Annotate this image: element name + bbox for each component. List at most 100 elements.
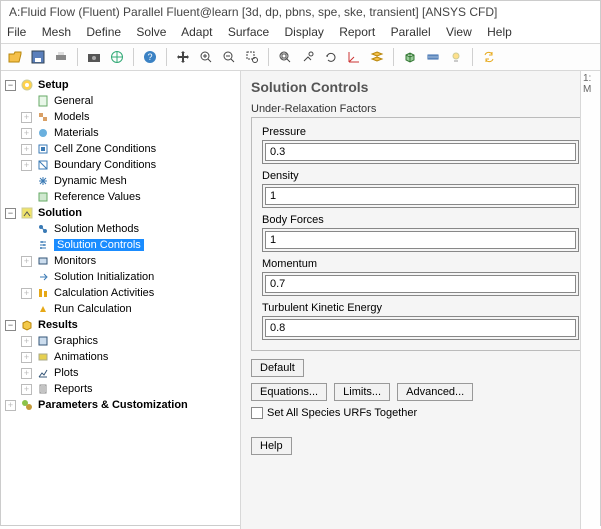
tree-sm[interactable]: Solution Methods bbox=[54, 223, 139, 235]
camera-icon[interactable] bbox=[84, 47, 104, 67]
zoom-out-icon[interactable] bbox=[219, 47, 239, 67]
expand-icon[interactable]: + bbox=[21, 384, 32, 395]
zoom-in-icon[interactable] bbox=[196, 47, 216, 67]
tree-rep[interactable]: Reports bbox=[54, 383, 93, 395]
expand-icon[interactable]: + bbox=[21, 256, 32, 267]
open-icon[interactable] bbox=[5, 47, 25, 67]
separator bbox=[133, 48, 134, 66]
graphics-tab[interactable]: 1: M bbox=[580, 71, 600, 529]
tree-ca[interactable]: Calculation Activities bbox=[54, 287, 154, 299]
sync-icon[interactable] bbox=[479, 47, 499, 67]
menu-file[interactable]: File bbox=[7, 25, 26, 39]
species-urf-checkbox[interactable] bbox=[251, 407, 263, 419]
tree-sc[interactable]: Solution Controls bbox=[54, 239, 144, 251]
expand-icon[interactable]: + bbox=[21, 144, 32, 155]
fit-icon[interactable] bbox=[275, 47, 295, 67]
body-forces-input[interactable]: 1 bbox=[265, 231, 576, 249]
anim-icon bbox=[36, 350, 50, 364]
globe-icon[interactable] bbox=[107, 47, 127, 67]
setup-icon bbox=[20, 78, 34, 92]
menu-solve[interactable]: Solve bbox=[136, 25, 166, 39]
expand-icon[interactable]: + bbox=[21, 352, 32, 363]
tree-general[interactable]: General bbox=[54, 95, 93, 107]
toolbar: ? bbox=[1, 43, 600, 71]
light-icon[interactable] bbox=[446, 47, 466, 67]
print-icon[interactable] bbox=[51, 47, 71, 67]
svg-text:?: ? bbox=[147, 52, 152, 62]
cellzone-icon bbox=[36, 142, 50, 156]
pressure-input[interactable]: 0.3 bbox=[265, 143, 576, 161]
expand-icon[interactable]: + bbox=[21, 336, 32, 347]
tree-rc[interactable]: Run Calculation bbox=[54, 303, 132, 315]
cube-icon[interactable] bbox=[400, 47, 420, 67]
momentum-input[interactable]: 0.7 bbox=[265, 275, 576, 293]
tree-materials[interactable]: Materials bbox=[54, 127, 99, 139]
expand-icon[interactable]: + bbox=[21, 160, 32, 171]
activities-icon bbox=[36, 286, 50, 300]
panel-title: Solution Controls bbox=[251, 79, 590, 95]
help-icon[interactable]: ? bbox=[140, 47, 160, 67]
help-button[interactable]: Help bbox=[251, 437, 292, 455]
task-panel: Solution Controls Under-Relaxation Facto… bbox=[241, 71, 600, 529]
layers-icon[interactable] bbox=[367, 47, 387, 67]
probe-icon[interactable] bbox=[298, 47, 318, 67]
rotate-icon[interactable] bbox=[321, 47, 341, 67]
tree-bc[interactable]: Boundary Conditions bbox=[54, 159, 156, 171]
save-icon[interactable] bbox=[28, 47, 48, 67]
measure-icon[interactable] bbox=[423, 47, 443, 67]
monitors-icon bbox=[36, 254, 50, 268]
default-button[interactable]: Default bbox=[251, 359, 304, 377]
limits-button[interactable]: Limits... bbox=[334, 383, 390, 401]
equations-button[interactable]: Equations... bbox=[251, 383, 327, 401]
tree-results[interactable]: Results bbox=[38, 319, 78, 331]
tree-czc[interactable]: Cell Zone Conditions bbox=[54, 143, 156, 155]
collapse-icon[interactable]: − bbox=[5, 208, 16, 219]
menu-report[interactable]: Report bbox=[339, 25, 375, 39]
menu-adapt[interactable]: Adapt bbox=[181, 25, 212, 39]
tree-setup[interactable]: Setup bbox=[38, 79, 69, 91]
advanced-button[interactable]: Advanced... bbox=[397, 383, 473, 401]
species-urf-label: Set All Species URFs Together bbox=[267, 407, 417, 419]
tke-input[interactable]: 0.8 bbox=[265, 319, 576, 337]
axis-icon[interactable] bbox=[344, 47, 364, 67]
menu-mesh[interactable]: Mesh bbox=[42, 25, 71, 39]
expand-icon[interactable]: + bbox=[5, 400, 16, 411]
expand-icon[interactable]: + bbox=[21, 288, 32, 299]
group-label: Under-Relaxation Factors bbox=[251, 103, 590, 115]
density-label: Density bbox=[262, 170, 579, 182]
outline-tree[interactable]: − Setup General + Models + Materials + Cell … bbox=[1, 71, 241, 529]
tree-models[interactable]: Models bbox=[54, 111, 89, 123]
menu-surface[interactable]: Surface bbox=[228, 25, 269, 39]
tke-label: Turbulent Kinetic Energy bbox=[262, 302, 579, 314]
tree-si[interactable]: Solution Initialization bbox=[54, 271, 154, 283]
tree-dm[interactable]: Dynamic Mesh bbox=[54, 175, 127, 187]
menu-help[interactable]: Help bbox=[487, 25, 512, 39]
window-title: A:Fluid Flow (Fluent) Parallel Fluent@le… bbox=[1, 1, 600, 23]
collapse-icon[interactable]: − bbox=[5, 320, 16, 331]
expand-icon[interactable]: + bbox=[21, 128, 32, 139]
pan-icon[interactable] bbox=[173, 47, 193, 67]
density-input[interactable]: 1 bbox=[265, 187, 576, 205]
models-icon bbox=[36, 110, 50, 124]
body-forces-label: Body Forces bbox=[262, 214, 579, 226]
menu-parallel[interactable]: Parallel bbox=[391, 25, 431, 39]
collapse-icon[interactable]: − bbox=[5, 80, 16, 91]
tree-gfx[interactable]: Graphics bbox=[54, 335, 98, 347]
tree-mon[interactable]: Monitors bbox=[54, 255, 96, 267]
menu-display[interactable]: Display bbox=[285, 25, 324, 39]
mesh-icon bbox=[36, 174, 50, 188]
tree-anim[interactable]: Animations bbox=[54, 351, 108, 363]
expand-icon[interactable]: + bbox=[21, 112, 32, 123]
zoom-box-icon[interactable] bbox=[242, 47, 262, 67]
menu-define[interactable]: Define bbox=[86, 25, 121, 39]
expand-icon[interactable]: + bbox=[21, 368, 32, 379]
tree-pc[interactable]: Parameters & Customization bbox=[38, 399, 188, 411]
values-icon bbox=[36, 190, 50, 204]
tree-solution[interactable]: Solution bbox=[38, 207, 82, 219]
tree-plots[interactable]: Plots bbox=[54, 367, 78, 379]
menu-view[interactable]: View bbox=[446, 25, 472, 39]
separator bbox=[77, 48, 78, 66]
init-icon bbox=[36, 270, 50, 284]
reports-icon bbox=[36, 382, 50, 396]
tree-rv[interactable]: Reference Values bbox=[54, 191, 141, 203]
